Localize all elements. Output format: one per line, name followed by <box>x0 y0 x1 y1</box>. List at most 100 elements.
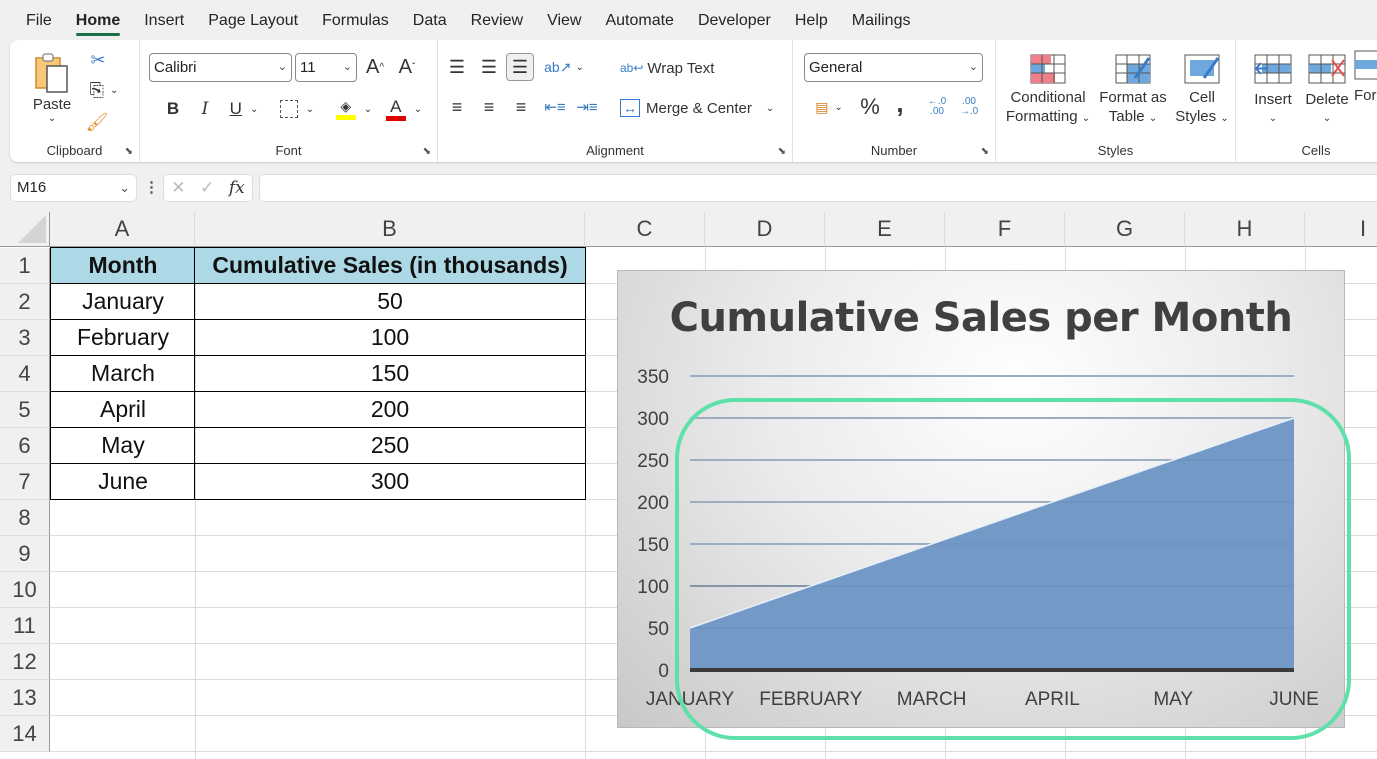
align-right-button[interactable]: ≡ <box>508 94 534 120</box>
tab-page-layout[interactable]: Page Layout <box>196 0 310 40</box>
cancel-icon[interactable]: ✕ <box>171 178 185 198</box>
column-header-h[interactable]: H <box>1185 212 1305 247</box>
tab-help[interactable]: Help <box>783 0 840 40</box>
x-tick-label: APRIL <box>1025 689 1080 710</box>
row-header-12[interactable]: 12 <box>0 644 50 680</box>
format-painter-button[interactable]: 🖌 <box>84 110 110 134</box>
font-group: Calibri ⌄ 11 ⌄ A ^ Aˇ B I U ⌄ ⌄ ◈ ⌄ A ⌄ Font ⬊ <box>140 40 438 162</box>
decrease-indent-button[interactable]: ⇤≡ <box>542 94 568 120</box>
y-tick-label: 100 <box>637 577 669 598</box>
dialog-launcher-icon[interactable]: ⬊ <box>981 146 989 157</box>
increase-decimal-button[interactable]: ←.0 .00 <box>923 94 951 120</box>
cut-button[interactable]: ✂ <box>86 48 110 72</box>
column-header-d[interactable]: D <box>705 212 825 247</box>
bottom-align-button[interactable]: ☰ <box>506 53 534 81</box>
copy-button[interactable]: ⎘ ⌄ <box>82 78 126 102</box>
enter-icon[interactable]: ✓ <box>200 178 214 198</box>
font-name-select[interactable]: Calibri ⌄ <box>149 53 292 82</box>
insert-cells-button[interactable]: Insert ⌄ <box>1250 50 1296 132</box>
tab-file[interactable]: File <box>14 0 64 40</box>
tab-home[interactable]: Home <box>64 0 132 40</box>
row-header-8[interactable]: 8 <box>0 500 50 536</box>
bold-button[interactable]: B <box>162 96 184 122</box>
cell-styles-icon <box>1184 54 1220 84</box>
grow-font-button[interactable]: A ^ <box>362 54 388 80</box>
copy-icon: ⎘ <box>89 79 104 100</box>
conditional-formatting-button[interactable]: Conditional Formatting ⌄ <box>1002 50 1094 132</box>
column-header-b[interactable]: B <box>195 212 585 247</box>
row-header-6[interactable]: 6 <box>0 428 50 464</box>
column-header-f[interactable]: F <box>945 212 1065 247</box>
row-header-7[interactable]: 7 <box>0 464 50 500</box>
shrink-font-button[interactable]: Aˇ <box>394 54 420 80</box>
area-chart[interactable]: Cumulative Sales per Month 0 50 100 150 200 2… <box>617 270 1345 728</box>
italic-button[interactable]: I <box>194 96 216 122</box>
underline-button[interactable]: U ⌄ <box>224 96 264 122</box>
top-align-icon: ☰ <box>448 56 466 77</box>
middle-align-button[interactable]: ☰ <box>476 54 502 80</box>
delete-cells-icon <box>1308 54 1346 84</box>
row-header-1[interactable]: 1 <box>0 248 50 284</box>
font-color-button[interactable]: A ⌄ <box>382 96 426 122</box>
tab-automate[interactable]: Automate <box>593 0 685 40</box>
align-right-icon: ≡ <box>515 96 527 117</box>
tab-data[interactable]: Data <box>401 0 459 40</box>
increase-indent-button[interactable]: ⇥≡ <box>574 94 600 120</box>
select-all-button[interactable] <box>0 212 50 247</box>
name-box[interactable]: M16 ⌄ <box>10 174 137 202</box>
dialog-launcher-icon[interactable]: ⬊ <box>423 146 431 157</box>
dialog-launcher-icon[interactable]: ⬊ <box>778 146 786 157</box>
align-left-button[interactable]: ≡ <box>444 94 470 120</box>
clipboard-group-label: Clipboard <box>46 143 103 158</box>
insert-function-icon[interactable]: fx <box>229 178 245 198</box>
column-header-i[interactable]: I <box>1305 212 1377 247</box>
row-header-13[interactable]: 13 <box>0 680 50 716</box>
insert-cells-label: Insert <box>1254 91 1292 108</box>
tab-mailings[interactable]: Mailings <box>840 0 923 40</box>
format-cells-button[interactable]: For <box>1354 50 1377 132</box>
comma-button[interactable]: , <box>889 88 911 118</box>
row-header-3[interactable]: 3 <box>0 320 50 356</box>
row-header-10[interactable]: 10 <box>0 572 50 608</box>
percent-button[interactable]: % <box>857 94 883 120</box>
column-header-g[interactable]: G <box>1065 212 1185 247</box>
accounting-format-button[interactable]: ▤ ⌄ <box>807 94 851 120</box>
clipboard-group: Paste ⌄ ✂ ⎘ ⌄ 🖌 Clipboard ⬊ <box>10 40 140 162</box>
table-row-border <box>50 427 586 428</box>
fill-color-button[interactable]: ◈ ⌄ <box>332 96 376 122</box>
number-format-select[interactable]: General ⌄ <box>804 53 983 82</box>
formula-input[interactable] <box>259 174 1377 202</box>
formula-buttons: ✕ ✓ fx <box>163 174 253 202</box>
top-align-button[interactable]: ☰ <box>444 54 470 80</box>
row-header-2[interactable]: 2 <box>0 284 50 320</box>
tab-developer[interactable]: Developer <box>686 0 783 40</box>
tab-insert[interactable]: Insert <box>132 0 196 40</box>
row-header-14[interactable]: 14 <box>0 716 50 752</box>
align-center-button[interactable]: ≡ <box>476 94 502 120</box>
tab-view[interactable]: View <box>535 0 593 40</box>
decrease-decimal-button[interactable]: .00 →.0 <box>955 94 983 120</box>
paste-button[interactable]: Paste ⌄ <box>28 48 76 128</box>
orientation-button[interactable]: ab↗ ⌄ <box>542 54 586 80</box>
borders-button[interactable]: ⌄ <box>274 96 320 122</box>
row-header-9[interactable]: 9 <box>0 536 50 572</box>
more-options-icon[interactable]: ⋮ <box>144 178 159 196</box>
row-header-11[interactable]: 11 <box>0 608 50 644</box>
dialog-launcher-icon[interactable]: ⬊ <box>125 146 133 157</box>
column-header-a[interactable]: A <box>50 212 195 247</box>
row-header-5[interactable]: 5 <box>0 392 50 428</box>
wrap-text-button[interactable]: ab↩ Wrap Text <box>620 56 730 80</box>
format-as-table-button[interactable]: Format as Table ⌄ <box>1096 50 1170 132</box>
tab-review[interactable]: Review <box>459 0 535 40</box>
font-size-select[interactable]: 11 ⌄ <box>295 53 357 82</box>
insert-cells-icon <box>1254 54 1292 84</box>
row-header-4[interactable]: 4 <box>0 356 50 392</box>
cell-styles-label-2: Styles ⌄ <box>1175 108 1229 125</box>
column-header-c[interactable]: C <box>585 212 705 247</box>
column-header-e[interactable]: E <box>825 212 945 247</box>
delete-cells-button[interactable]: Delete ⌄ <box>1302 50 1352 132</box>
cell-styles-button[interactable]: Cell Styles ⌄ <box>1172 50 1232 132</box>
tab-formulas[interactable]: Formulas <box>310 0 401 40</box>
align-left-icon: ≡ <box>451 96 463 117</box>
merge-center-button[interactable]: ↔ Merge & Center ⌄ <box>620 96 780 120</box>
